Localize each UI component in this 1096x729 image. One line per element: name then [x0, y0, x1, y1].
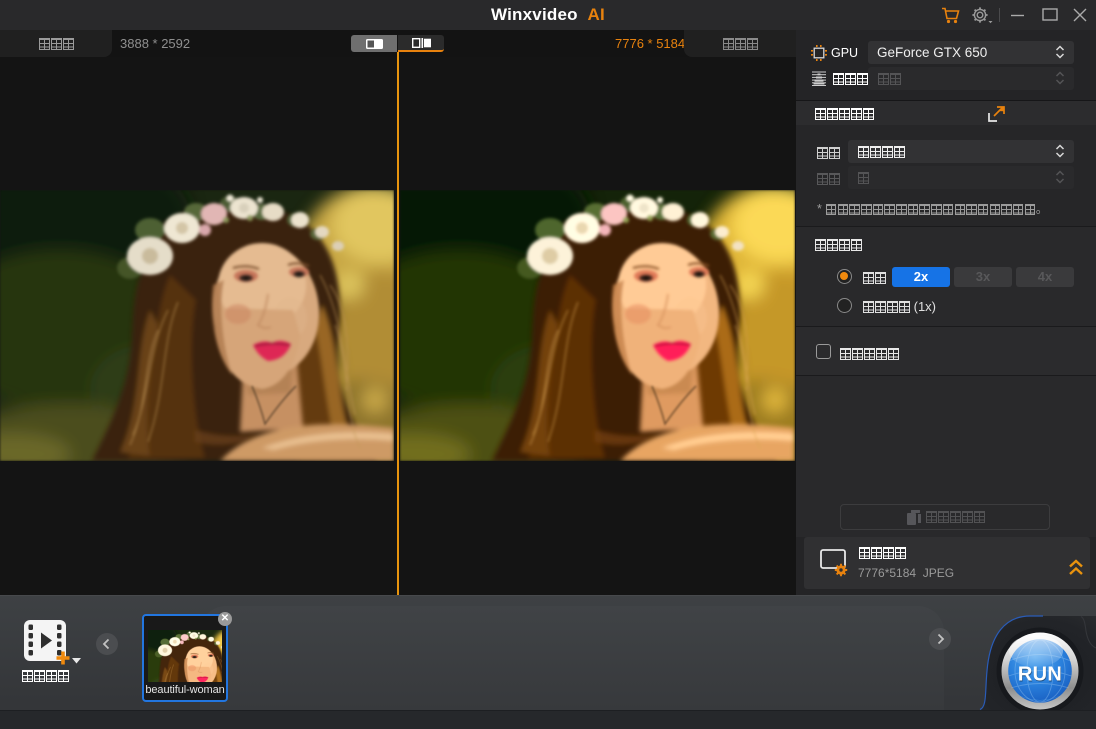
- svg-text:RUN: RUN: [1018, 664, 1062, 686]
